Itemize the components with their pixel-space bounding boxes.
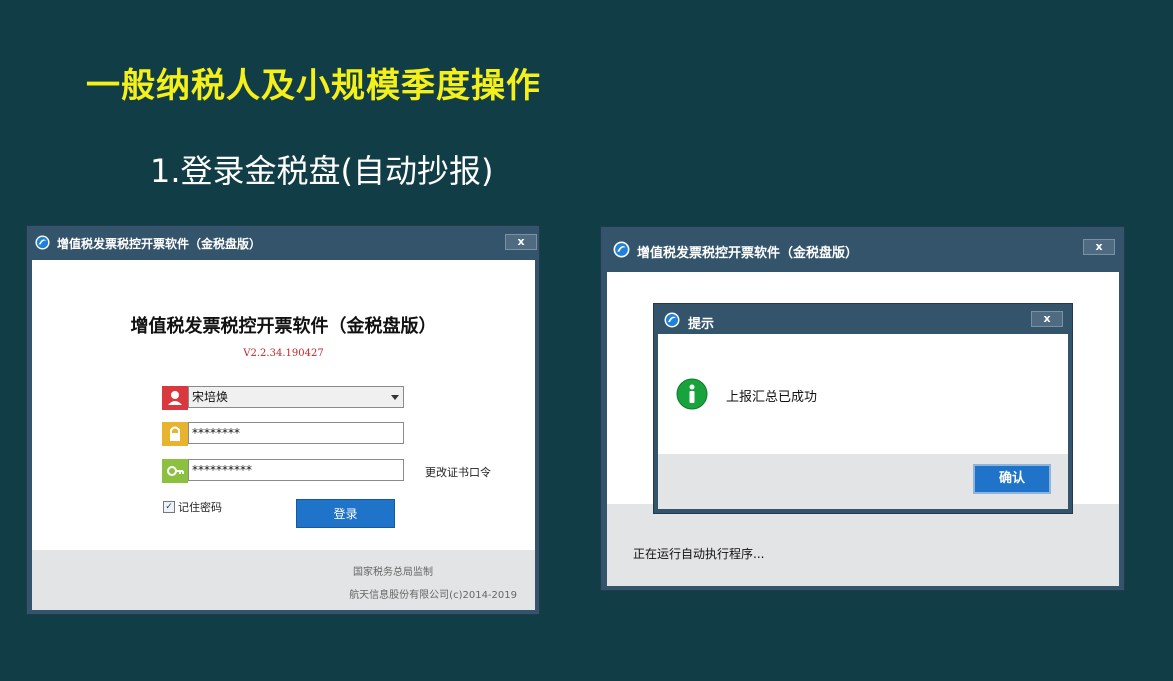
status-bar: 正在运行自动执行程序... <box>607 504 1119 586</box>
lock-icon <box>162 422 188 446</box>
footer-copyright: 航天信息股份有限公司(c)2014-2019 <box>349 590 517 601</box>
user-select[interactable]: 宋培焕 <box>188 386 404 408</box>
key-icon <box>162 459 188 483</box>
login-window: 增值税发票税控开票软件（金税盘版） x 增值税发票税控开票软件（金税盘版） V2… <box>26 225 540 615</box>
close-icon[interactable]: x <box>505 234 537 250</box>
app-logo-icon <box>613 241 630 258</box>
user-icon <box>162 386 188 410</box>
slide-title: 一般纳税人及小规模季度操作 <box>86 66 541 106</box>
app-logo-icon <box>664 312 680 328</box>
login-button[interactable]: 登录 <box>296 499 395 528</box>
login-window-title: 增值税发票税控开票软件（金税盘版） <box>57 237 262 251</box>
dialog-button-area: 确认 <box>658 454 1068 509</box>
password-field[interactable]: ******** <box>188 422 404 444</box>
footer-supervisor: 国家税务总局监制 <box>353 567 433 578</box>
login-footer: 国家税务总局监制 航天信息股份有限公司(c)2014-2019 <box>32 550 535 610</box>
status-window-title: 增值税发票税控开票软件（金税盘版） <box>637 246 859 261</box>
version-label: V2.2.34.190427 <box>243 348 324 359</box>
dialog-title: 提示 <box>688 317 715 332</box>
chevron-down-icon <box>391 395 399 400</box>
change-cert-password-link[interactable]: 更改证书口令 <box>425 464 491 480</box>
close-icon[interactable]: x <box>1031 311 1063 327</box>
login-panel: 增值税发票税控开票软件（金税盘版） V2.2.34.190427 宋培焕 ***… <box>32 260 535 610</box>
dialog-message: 上报汇总已成功 <box>726 390 818 405</box>
confirm-button[interactable]: 确认 <box>973 464 1051 494</box>
status-window-titlebar[interactable]: 增值税发票税控开票软件（金税盘版） x <box>601 227 1124 261</box>
status-text: 正在运行自动执行程序... <box>633 547 765 561</box>
slide-subtitle: 1.登录金税盘(自动抄报) <box>150 152 494 190</box>
remember-password-label[interactable]: 记住密码 <box>178 499 222 515</box>
dialog-body: 上报汇总已成功 确认 <box>658 334 1068 509</box>
checkmark-icon: ✓ <box>165 502 173 512</box>
remember-password-checkbox[interactable]: ✓ <box>163 501 175 513</box>
info-icon <box>676 378 708 410</box>
login-window-titlebar[interactable]: 增值税发票税控开票软件（金税盘版） x <box>27 226 539 260</box>
app-heading: 增值税发票税控开票软件（金税盘版） <box>130 316 437 337</box>
success-dialog: 提示 x 上报汇总已成功 确认 <box>653 303 1073 514</box>
status-window: 增值税发票税控开票软件（金税盘版） x 正在运行自动执行程序... 提示 x 上… <box>600 226 1125 591</box>
close-icon[interactable]: x <box>1083 239 1115 255</box>
cert-password-field[interactable]: ********** <box>188 459 404 481</box>
app-logo-icon <box>35 235 50 250</box>
user-select-value: 宋培焕 <box>192 390 229 404</box>
